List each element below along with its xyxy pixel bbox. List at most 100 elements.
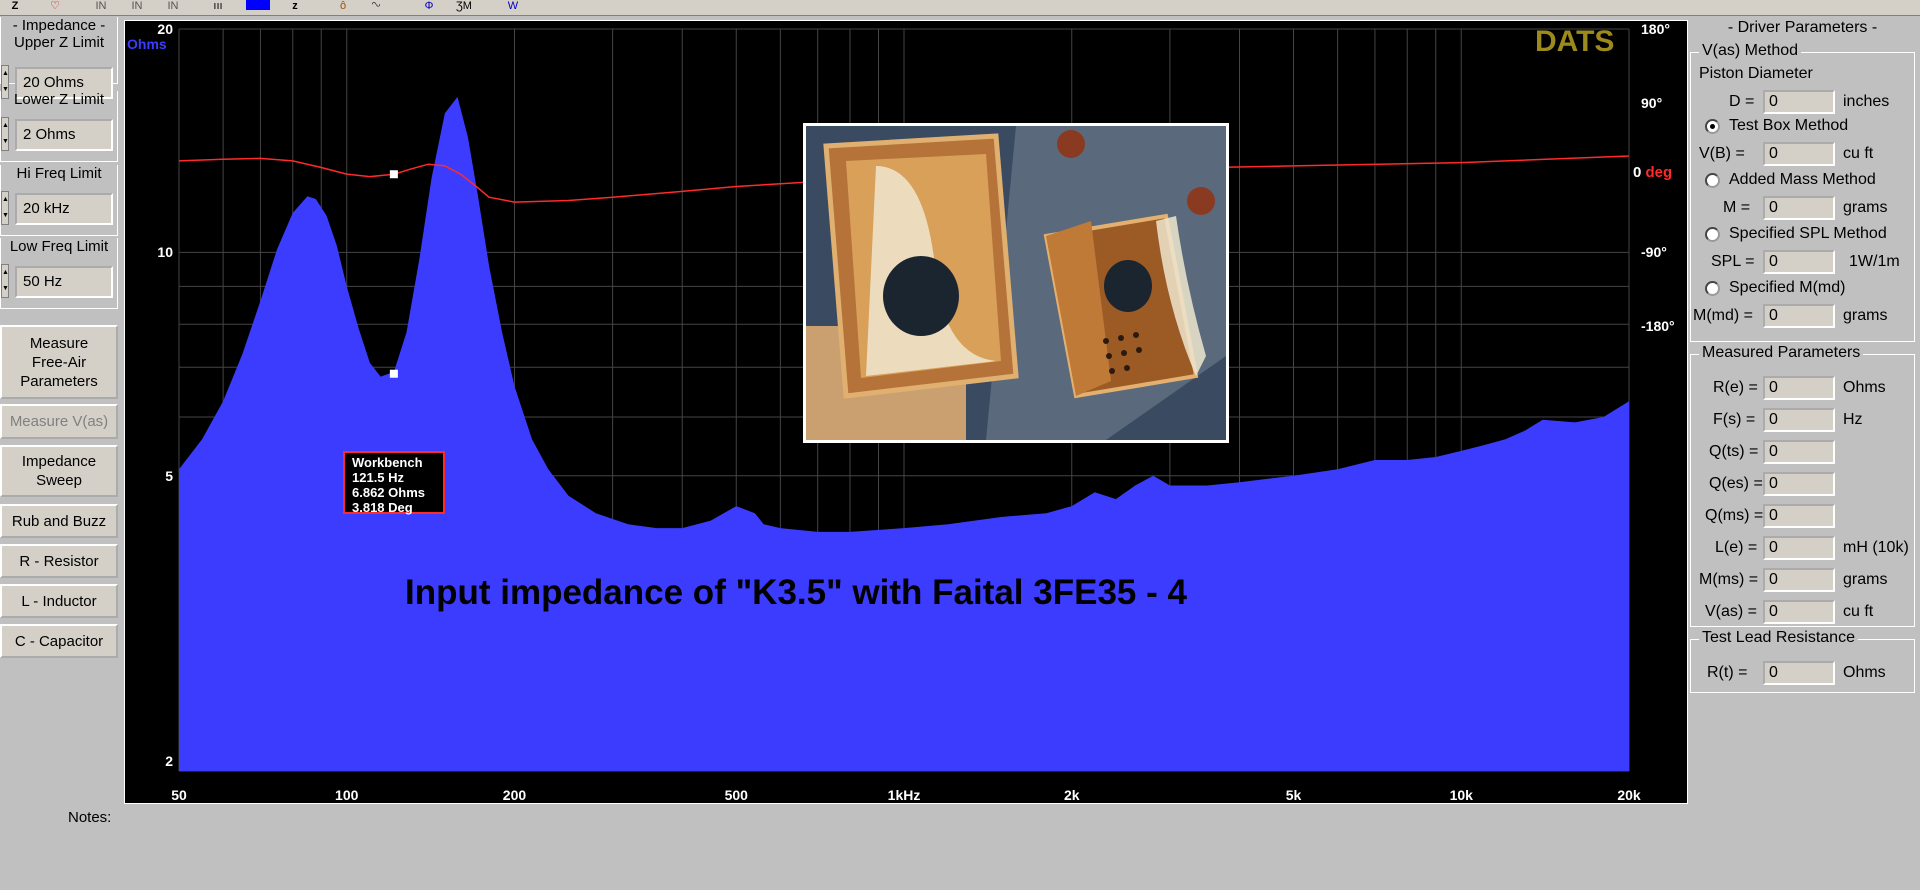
phase-unit: deg [1645,164,1673,181]
phase-zero-label: 0 deg [1633,164,1672,181]
lower-z-spinner[interactable]: ▲ ▼ [1,117,9,151]
n-icon[interactable]: IN [94,0,108,13]
d-input[interactable]: 0 [1763,90,1835,114]
n-icon[interactable]: IN [130,0,144,13]
spl-input[interactable]: 0 [1763,250,1835,274]
rt-unit: Ohms [1843,664,1886,681]
impedance-plot[interactable]: Ohms DATS 0 deg Input impedance of "K3.5… [124,20,1688,804]
z-icon[interactable]: Z [8,0,22,13]
test-box-radio[interactable] [1705,119,1720,134]
vb-input[interactable]: 0 [1763,142,1835,166]
fs-input[interactable]: 0 [1763,408,1835,432]
cursor-readout: Workbench 121.5 Hz 6.862 Ohms 3.818 Deg [343,451,445,515]
rt-input[interactable]: 0 [1763,661,1835,685]
y2-tick-label: 180° [1641,21,1670,37]
x-tick-label: 20k [1617,787,1641,803]
n-icon[interactable]: IN [166,0,180,13]
vb-label: V(B) = [1699,145,1745,162]
knob-icon[interactable]: ô [336,0,350,13]
driver-parameters-panel: - Driver Parameters - V(as) Method Pisto… [1690,17,1920,693]
le-label: L(e) = [1715,539,1758,556]
m-unit: grams [1843,199,1888,216]
capacitor-button[interactable]: C - Capacitor [0,624,118,658]
cursor-marker-impedance [389,369,398,378]
low-freq-input[interactable]: 50 Hz [15,266,113,298]
mmd-unit: grams [1843,307,1888,324]
cursor-freq: 121.5 Hz [352,470,405,485]
mms-label: M(ms) = [1699,571,1759,588]
y-tick-label: 2 [165,753,173,769]
spl-method-label: Specified SPL Method [1729,225,1887,242]
mms-unit: grams [1843,571,1888,588]
zm-icon[interactable]: ƷM [452,0,476,13]
y-tick-label: 5 [165,467,173,484]
x-tick-label: 200 [502,787,527,803]
vas-input[interactable]: 0 [1763,600,1835,624]
mms-input[interactable]: 0 [1763,568,1835,592]
hi-freq-spinner[interactable]: ▲ ▼ [1,191,9,225]
impedance-label: - Impedance - [12,17,106,34]
bars-icon[interactable]: ııı [206,0,230,13]
measure-free-air-button[interactable]: Measure Free-Air Parameters [0,325,118,399]
qts-input[interactable]: 0 [1763,440,1835,464]
re-input[interactable]: 0 [1763,376,1835,400]
w-icon[interactable]: W [506,0,520,13]
inductor-button[interactable]: L - Inductor [0,584,118,618]
vas-unit: cu ft [1843,603,1874,620]
measure-vas-button[interactable]: Measure V(as) [0,404,118,439]
mmd-label: M(md) = [1693,307,1753,324]
m-label: M = [1723,199,1751,216]
v-icon[interactable]: ♡ [48,0,62,13]
spl-label: SPL = [1711,253,1755,270]
dats-window: Z ♡ IN IN IN ııı z ô ᵔᵕ Φ ƷM W - Impedan… [0,0,1920,890]
phase-zero-value: 0 [1633,164,1642,181]
impedance-group: - Impedance - Upper Z Limit ▲ ▼ 20 Ohms [0,17,118,99]
measured-params-group: Measured Parameters R(e) = 0 Ohms F(s) =… [1690,344,1915,627]
cursor-name: Workbench [352,455,423,470]
cabinet-illustration [806,126,1226,440]
y-tick-label: 20 [157,21,173,37]
lower-z-input[interactable]: 2 Ohms [15,119,113,151]
mmd-input[interactable]: 0 [1763,304,1835,328]
dats-logo: DATS [1535,25,1615,58]
rub-and-buzz-button[interactable]: Rub and Buzz [0,504,118,538]
impedance-sweep-button[interactable]: Impedance Sweep [0,445,118,497]
m-input[interactable]: 0 [1763,196,1835,220]
x-tick-label: 100 [335,787,359,803]
re-label: R(e) = [1713,379,1758,396]
blue-rect-icon[interactable] [246,0,270,10]
added-mass-radio[interactable] [1705,173,1720,188]
low-freq-spinner[interactable]: ▲ ▼ [1,264,9,298]
le-input[interactable]: 0 [1763,536,1835,560]
upper-z-label: Upper Z Limit [13,34,105,51]
resistor-button[interactable]: R - Resistor [0,544,118,578]
measured-params-label: Measured Parameters [1699,344,1864,362]
notes-label: Notes: [68,809,112,826]
hi-freq-label: Hi Freq Limit [16,165,102,182]
y-tick-label: 10 [157,244,173,261]
spl-radio[interactable] [1705,227,1720,242]
toolbar: Z ♡ IN IN IN ııı z ô ᵔᵕ Φ ƷM W [0,0,1920,16]
low-freq-group: Low Freq Limit ▲ ▼ 50 Hz [0,238,118,309]
qes-input[interactable]: 0 [1763,472,1835,496]
hi-freq-input[interactable]: 20 kHz [15,193,113,225]
x-tick-label: 10k [1449,787,1473,803]
d-label: D = [1729,93,1755,110]
fs-label: F(s) = [1713,411,1756,428]
rt-label: R(t) = [1707,664,1748,681]
test-lead-group: Test Lead Resistance R(t) = 0 Ohms [1690,629,1915,693]
d-unit: inches [1843,93,1890,110]
wave-icon[interactable]: ᵔᵕ [366,0,386,13]
hi-freq-group: Hi Freq Limit ▲ ▼ 20 kHz [0,165,118,236]
phi-icon[interactable]: Φ [422,0,436,13]
mmd-radio[interactable] [1705,281,1720,296]
qts-label: Q(ts) = [1709,443,1759,460]
y-axis-units: Ohms [127,36,167,52]
qms-input[interactable]: 0 [1763,504,1835,528]
speaker-cabinet-photo [803,123,1229,443]
re-unit: Ohms [1843,379,1886,396]
driver-params-title: - Driver Parameters - [1727,19,1878,36]
z-icon[interactable]: z [288,0,302,13]
test-box-label: Test Box Method [1729,117,1849,134]
cursor-ohms: 6.862 Ohms [352,485,425,500]
